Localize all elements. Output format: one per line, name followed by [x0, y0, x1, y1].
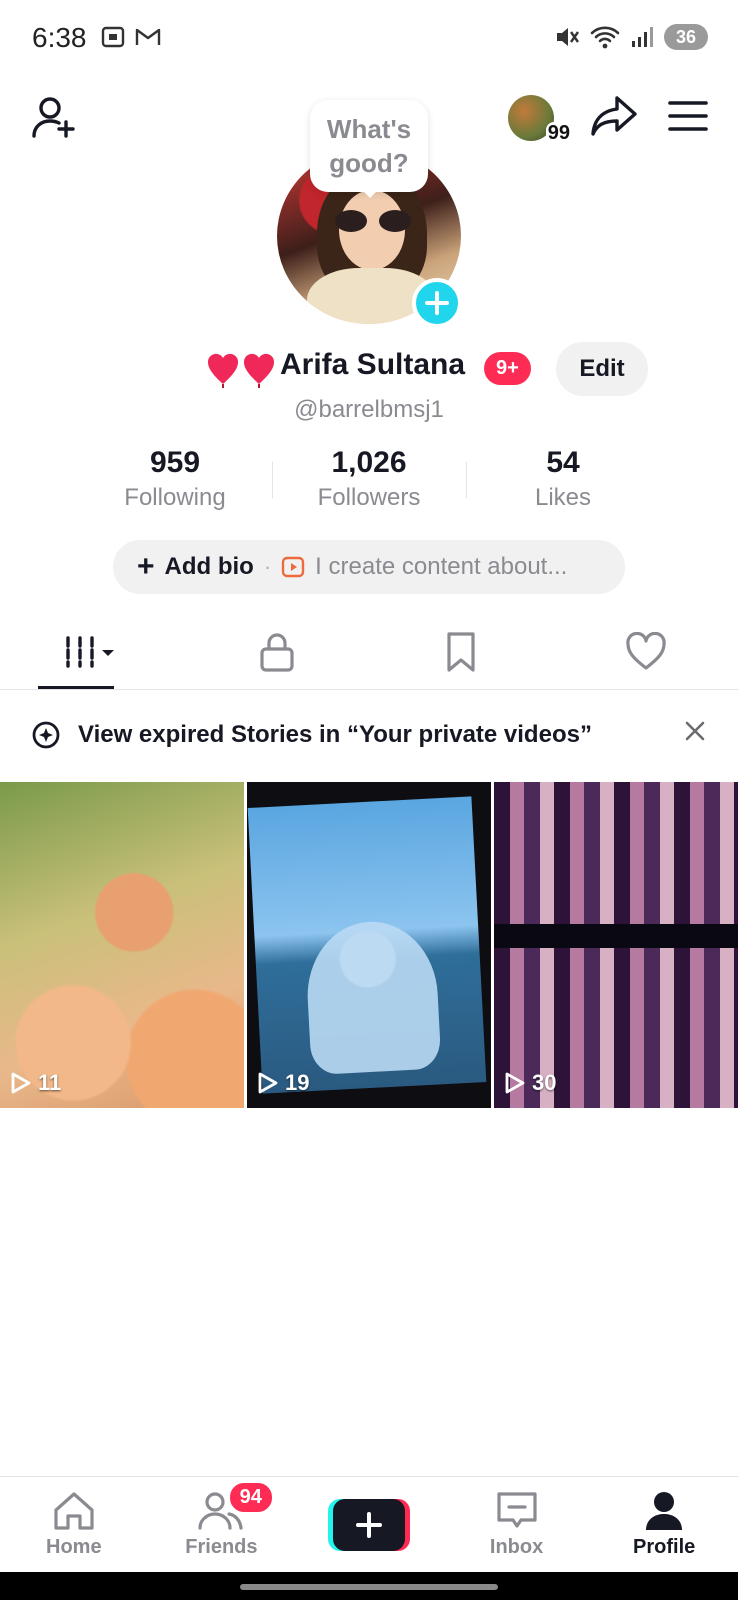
stat-value: 54 [546, 446, 580, 479]
inbox-icon [496, 1492, 537, 1528]
bookmark-icon [447, 631, 475, 672]
plus-icon: + [137, 550, 155, 583]
tab-liked[interactable] [554, 614, 738, 689]
status-bar: 6:38 36 [0, 0, 738, 80]
status-time: 6:38 [32, 22, 87, 53]
nav-label: Home [46, 1536, 102, 1558]
bio-hint: I create content about... [315, 553, 568, 580]
bottom-nav: Home Friends 94 Inbox Profile [0, 1476, 738, 1572]
stat-label: Followers [317, 484, 421, 511]
story-count: 99 [545, 121, 572, 145]
video-play-icon [281, 556, 305, 578]
share-button[interactable] [590, 94, 638, 143]
nav-profile[interactable]: Profile [590, 1477, 738, 1572]
screenshot-icon [101, 26, 125, 48]
username: @barrelbmsj1 [294, 396, 444, 423]
video-thumbnail[interactable]: 11 [0, 782, 244, 1108]
nav-inbox[interactable]: Inbox [443, 1477, 591, 1572]
gmail-icon [135, 28, 161, 45]
system-nav-bar [0, 1572, 738, 1600]
view-count-value: 19 [285, 1070, 310, 1095]
content-tabs [0, 614, 738, 690]
profile-stats: 959 Following 1,026 Followers 54 Likes [78, 446, 660, 516]
story-viewers-button[interactable]: 99 [508, 94, 572, 145]
tab-saved[interactable] [369, 614, 554, 689]
video-grid: 11 19 30 [0, 782, 738, 1108]
plus-icon [355, 1511, 382, 1538]
mute-icon [557, 28, 579, 46]
bio-separator: · [263, 554, 272, 579]
edit-profile-button[interactable]: Edit [556, 342, 648, 396]
add-friend-button[interactable] [30, 94, 78, 147]
avatar-glasses [335, 210, 411, 232]
nav-label: Inbox [489, 1536, 544, 1558]
add-friend-icon [32, 97, 75, 138]
nav-label: Profile [633, 1536, 696, 1558]
grid-videos-icon [66, 635, 115, 668]
add-bio-label: Add bio [164, 553, 254, 580]
top-right-actions: 99 [508, 94, 708, 145]
create-button[interactable] [327, 1498, 410, 1551]
plus-icon [425, 291, 449, 315]
stat-value: 959 [149, 446, 201, 479]
tab-videos[interactable] [0, 614, 185, 689]
name-badge[interactable]: 9+ [484, 352, 531, 385]
play-icon [11, 1072, 31, 1094]
add-story-button[interactable] [412, 278, 462, 328]
battery-icon: 36 [664, 24, 708, 50]
bubble-line-1: What's [326, 114, 412, 144]
name-row: Arifa Sultana 9+ Edit [0, 342, 738, 396]
heart-outline-icon [626, 631, 666, 670]
signal-icon [632, 27, 653, 47]
stat-label: Following [124, 484, 226, 511]
wifi-icon [590, 26, 620, 49]
close-icon [685, 721, 705, 741]
stat-label: Likes [534, 484, 592, 511]
stat-likes[interactable]: 54 Likes [466, 446, 660, 516]
expired-stories-banner[interactable]: View expired Stories in “Your private vi… [0, 700, 738, 770]
status-bubble[interactable]: What's good? [310, 100, 428, 192]
home-indicator[interactable] [240, 1584, 498, 1590]
banner-text: View expired Stories in “Your private vi… [78, 721, 592, 748]
menu-icon [668, 101, 708, 131]
share-icon [591, 96, 637, 136]
stat-followers[interactable]: 1,026 Followers [272, 446, 466, 516]
heart-icon [243, 353, 275, 388]
bubble-tail [362, 190, 378, 198]
video-thumbnail[interactable]: 19 [247, 782, 491, 1108]
tab-private[interactable] [185, 614, 370, 689]
status-left-icons [100, 24, 162, 50]
lock-icon [260, 632, 294, 672]
view-count: 30 [504, 1070, 556, 1096]
hearts-emoji [206, 350, 276, 388]
nav-label: Friends [185, 1536, 258, 1558]
thumbnail-figure [303, 918, 442, 1076]
view-count: 19 [257, 1070, 309, 1096]
view-count-value: 11 [38, 1070, 62, 1095]
close-banner-button[interactable] [684, 720, 706, 747]
heart-icon [207, 353, 239, 388]
add-bio-button[interactable]: + Add bio · I create content about... [113, 540, 625, 594]
story-sparkle-icon [32, 721, 60, 749]
thumbnail-image [247, 796, 487, 1094]
profile-name: Arifa Sultana [280, 348, 466, 381]
nav-home[interactable]: Home [0, 1477, 148, 1572]
stat-value: 1,026 [331, 446, 407, 479]
friends-badge: 94 [227, 1481, 274, 1514]
status-right-icons: 36 [554, 24, 708, 50]
play-icon [258, 1072, 278, 1094]
view-count-value: 30 [532, 1070, 557, 1095]
home-icon [54, 1492, 94, 1530]
profile-icon [646, 1492, 683, 1530]
stat-following[interactable]: 959 Following [78, 446, 272, 516]
nav-friends[interactable]: Friends 94 [148, 1477, 296, 1572]
video-thumbnail[interactable]: 30 [494, 782, 738, 1108]
create-button-center [332, 1498, 405, 1551]
play-icon [505, 1072, 525, 1094]
bubble-line-2: good? [329, 148, 409, 178]
menu-button[interactable] [668, 99, 708, 138]
view-count: 11 [10, 1070, 61, 1096]
nav-create[interactable] [295, 1477, 443, 1572]
